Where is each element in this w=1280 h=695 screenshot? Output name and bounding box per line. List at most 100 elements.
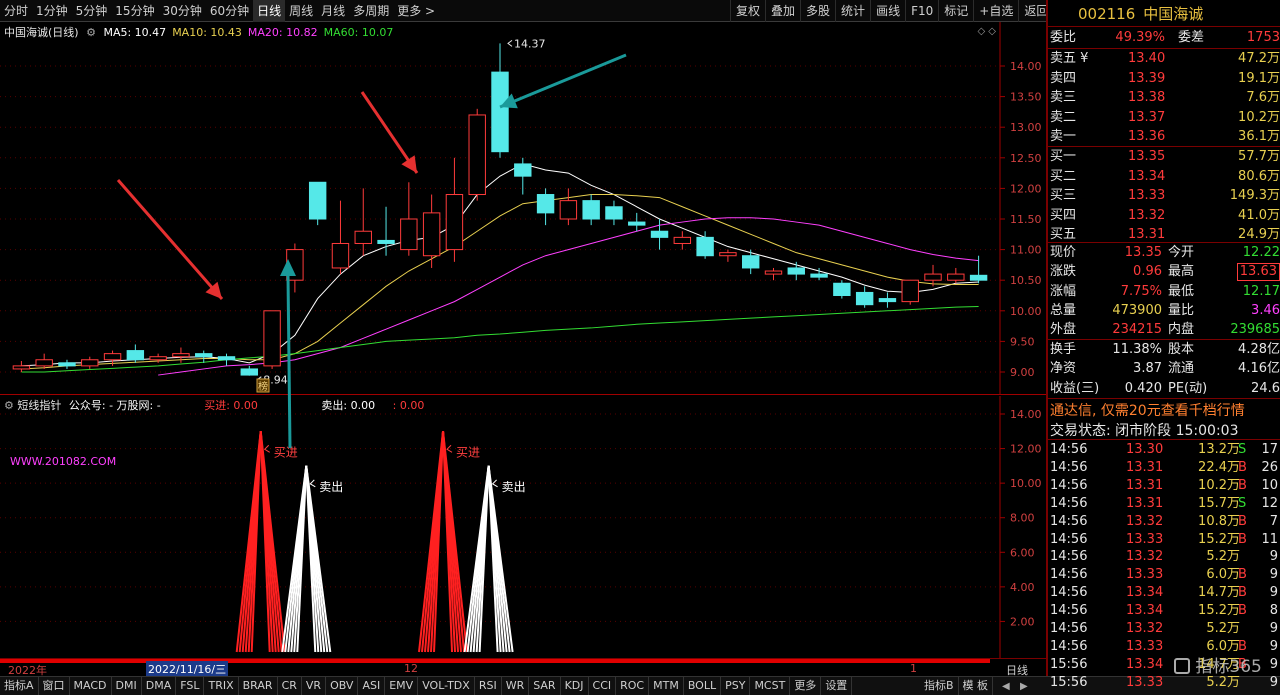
sell-signal-spike[interactable]: 卖出 — [281, 465, 343, 653]
bids-row[interactable]: 买一 13.35 57.7万 — [1050, 147, 1280, 166]
candlestick[interactable] — [559, 188, 578, 226]
period-tab[interactable]: 15分钟 — [111, 0, 158, 22]
indicator-tab[interactable]: MTM — [649, 677, 684, 695]
bids-row[interactable]: 买四 13.32 41.0万 — [1050, 206, 1280, 225]
asks-row[interactable]: 卖一 13.36 36.1万 — [1050, 127, 1280, 146]
bids-row[interactable]: 买三 13.33 149.3万 — [1050, 186, 1280, 205]
candlestick[interactable] — [331, 200, 350, 275]
tool-button[interactable]: 叠加 — [765, 0, 800, 22]
indicator-tab[interactable]: PSY — [721, 677, 751, 695]
indicator-tab[interactable]: ROC — [616, 677, 650, 695]
indicator-tab[interactable]: OBV — [326, 677, 359, 695]
indicator-tab[interactable]: RSI — [475, 677, 502, 695]
tool-button[interactable]: F10 — [905, 0, 938, 22]
indicator-plot[interactable]: 14.00 12.00 10.00 8.00 6.00 4.00 2.00 买进卖出 买进卖出 — [0, 396, 1046, 658]
candlestick[interactable] — [126, 344, 145, 363]
period-tab[interactable]: 多周期 — [349, 0, 393, 22]
candlestick[interactable] — [833, 280, 851, 299]
candlestick[interactable] — [741, 249, 760, 275]
indicator-tab[interactable]: VR — [302, 677, 327, 695]
candlestick[interactable] — [422, 194, 441, 268]
indicator-tab[interactable]: EMV — [385, 677, 419, 695]
candlestick[interactable] — [308, 181, 327, 226]
asks-row[interactable]: 卖五 ¥ 13.40 47.2万 — [1050, 49, 1280, 68]
candlestick[interactable] — [787, 261, 805, 281]
tool-button[interactable]: 多股 — [800, 0, 835, 22]
indicator-tab[interactable]: MACD — [70, 677, 112, 695]
candlestick[interactable] — [582, 194, 600, 226]
candlestick[interactable] — [354, 188, 372, 256]
candlestick[interactable] — [263, 310, 281, 369]
period-tab[interactable]: 日线 — [253, 0, 286, 22]
candlestick[interactable] — [605, 200, 623, 226]
indicator-tab[interactable]: WR — [502, 677, 530, 695]
period-tab[interactable]: 1分钟 — [32, 0, 72, 22]
period-tab[interactable]: 月线 — [317, 0, 349, 22]
candlestick[interactable] — [468, 108, 486, 201]
candlestick[interactable] — [35, 353, 53, 369]
candlestick[interactable] — [719, 249, 737, 262]
tick-row[interactable]: 14:56 13.32 5.2万 9 — [1048, 548, 1280, 566]
sell-signal-spike[interactable]: 卖出 — [463, 465, 526, 653]
indicator-tab[interactable]: MCST — [750, 677, 791, 695]
candlestick[interactable] — [195, 350, 213, 363]
candlestick[interactable] — [240, 365, 259, 376]
tool-button[interactable]: 复权 — [730, 0, 765, 22]
period-tab[interactable]: 更多 > — [393, 0, 439, 22]
tick-row[interactable]: 14:56 13.31 10.2万 B 10 — [1048, 477, 1280, 495]
candlestick[interactable] — [286, 243, 304, 293]
indicator-chart[interactable]: ⚙ 短线指针 公众号: - 万股网: - 买进: 0.00 卖出: 0.00 :… — [0, 396, 1046, 658]
candlestick[interactable] — [764, 267, 783, 281]
period-tab[interactable]: 30分钟 — [159, 0, 206, 22]
asks-row[interactable]: 卖三 13.38 7.6万 — [1050, 88, 1280, 107]
candlestick[interactable] — [400, 182, 418, 256]
indicator-tab[interactable]: TRIX — [204, 677, 239, 695]
indicator-tab[interactable]: KDJ — [561, 677, 589, 695]
tick-row[interactable]: 14:56 13.34 15.2万 B 8 — [1048, 602, 1280, 620]
indicator-tab[interactable]: ASI — [358, 677, 386, 695]
indicator-tab[interactable]: 设置 — [821, 677, 853, 695]
candlestick[interactable] — [514, 157, 532, 195]
candlestick[interactable] — [217, 353, 236, 366]
candlestick[interactable] — [650, 219, 669, 250]
promo-banner[interactable]: 通达信, 仅需20元查看千档行情 — [1050, 400, 1245, 420]
bids-row[interactable]: 买二 13.34 80.6万 — [1050, 167, 1280, 186]
tick-row[interactable]: 14:56 13.33 15.2万 B 11 — [1048, 531, 1280, 549]
indicator-tab[interactable]: CCI — [589, 677, 617, 695]
period-tab[interactable]: 分时 — [0, 0, 32, 22]
tick-row[interactable]: 14:56 13.32 10.8万 B 7 — [1048, 513, 1280, 531]
tick-row[interactable]: 14:56 13.31 22.4万 B 26 — [1048, 459, 1280, 477]
tool-button[interactable]: 标记 — [938, 0, 973, 22]
indicator-tab[interactable]: BRAR — [239, 677, 278, 695]
indicator-tab[interactable]: BOLL — [684, 677, 722, 695]
asks-row[interactable]: 卖四 13.39 19.1万 — [1050, 69, 1280, 88]
candlestick[interactable] — [12, 360, 31, 372]
template-tab[interactable]: 模 板 — [959, 677, 994, 695]
period-tab[interactable]: 5分钟 — [72, 0, 112, 22]
asks-row[interactable]: 卖二 13.37 10.2万 — [1050, 108, 1280, 127]
candlestick[interactable] — [445, 157, 464, 262]
indicator-tab[interactable]: FSL — [176, 677, 205, 695]
kline-chart[interactable]: 中国海诚(日线) ⚙ MA5: 10.47 MA10: 10.43 MA20: 10… — [0, 22, 1046, 395]
tick-row[interactable]: 14:56 13.33 6.0万 B 9 — [1048, 566, 1280, 584]
scroll-left-icon[interactable]: ◀ — [1002, 681, 1010, 692]
candlestick[interactable] — [901, 279, 919, 305]
tool-button[interactable]: +自选 — [973, 0, 1018, 22]
indicator-tab[interactable]: 指标A — [0, 677, 39, 695]
template-tab[interactable]: 指标B — [920, 677, 959, 695]
scroll-right-icon[interactable]: ▶ — [1020, 681, 1028, 692]
tick-row[interactable]: 14:56 13.31 15.7万 S 12 — [1048, 495, 1280, 513]
candlestick[interactable] — [855, 286, 874, 308]
tick-row[interactable]: 14:56 13.32 5.2万 9 — [1048, 620, 1280, 638]
candlestick[interactable] — [628, 212, 646, 232]
tick-row[interactable]: 14:56 13.34 14.7万 B 9 — [1048, 584, 1280, 602]
indicator-tab[interactable]: VOL-TDX — [418, 677, 475, 695]
indicator-tab[interactable]: DMA — [142, 677, 177, 695]
period-tab[interactable]: 60分钟 — [206, 0, 253, 22]
indicator-tab[interactable]: 窗口 — [39, 677, 70, 695]
period-tab[interactable]: 周线 — [285, 0, 317, 22]
indicator-tab[interactable]: CR — [278, 677, 302, 695]
indicator-tab[interactable]: SAR — [529, 677, 561, 695]
tool-button[interactable]: 统计 — [835, 0, 870, 22]
tick-row[interactable]: 14:56 13.30 13.2万 S 17 — [1048, 441, 1280, 459]
